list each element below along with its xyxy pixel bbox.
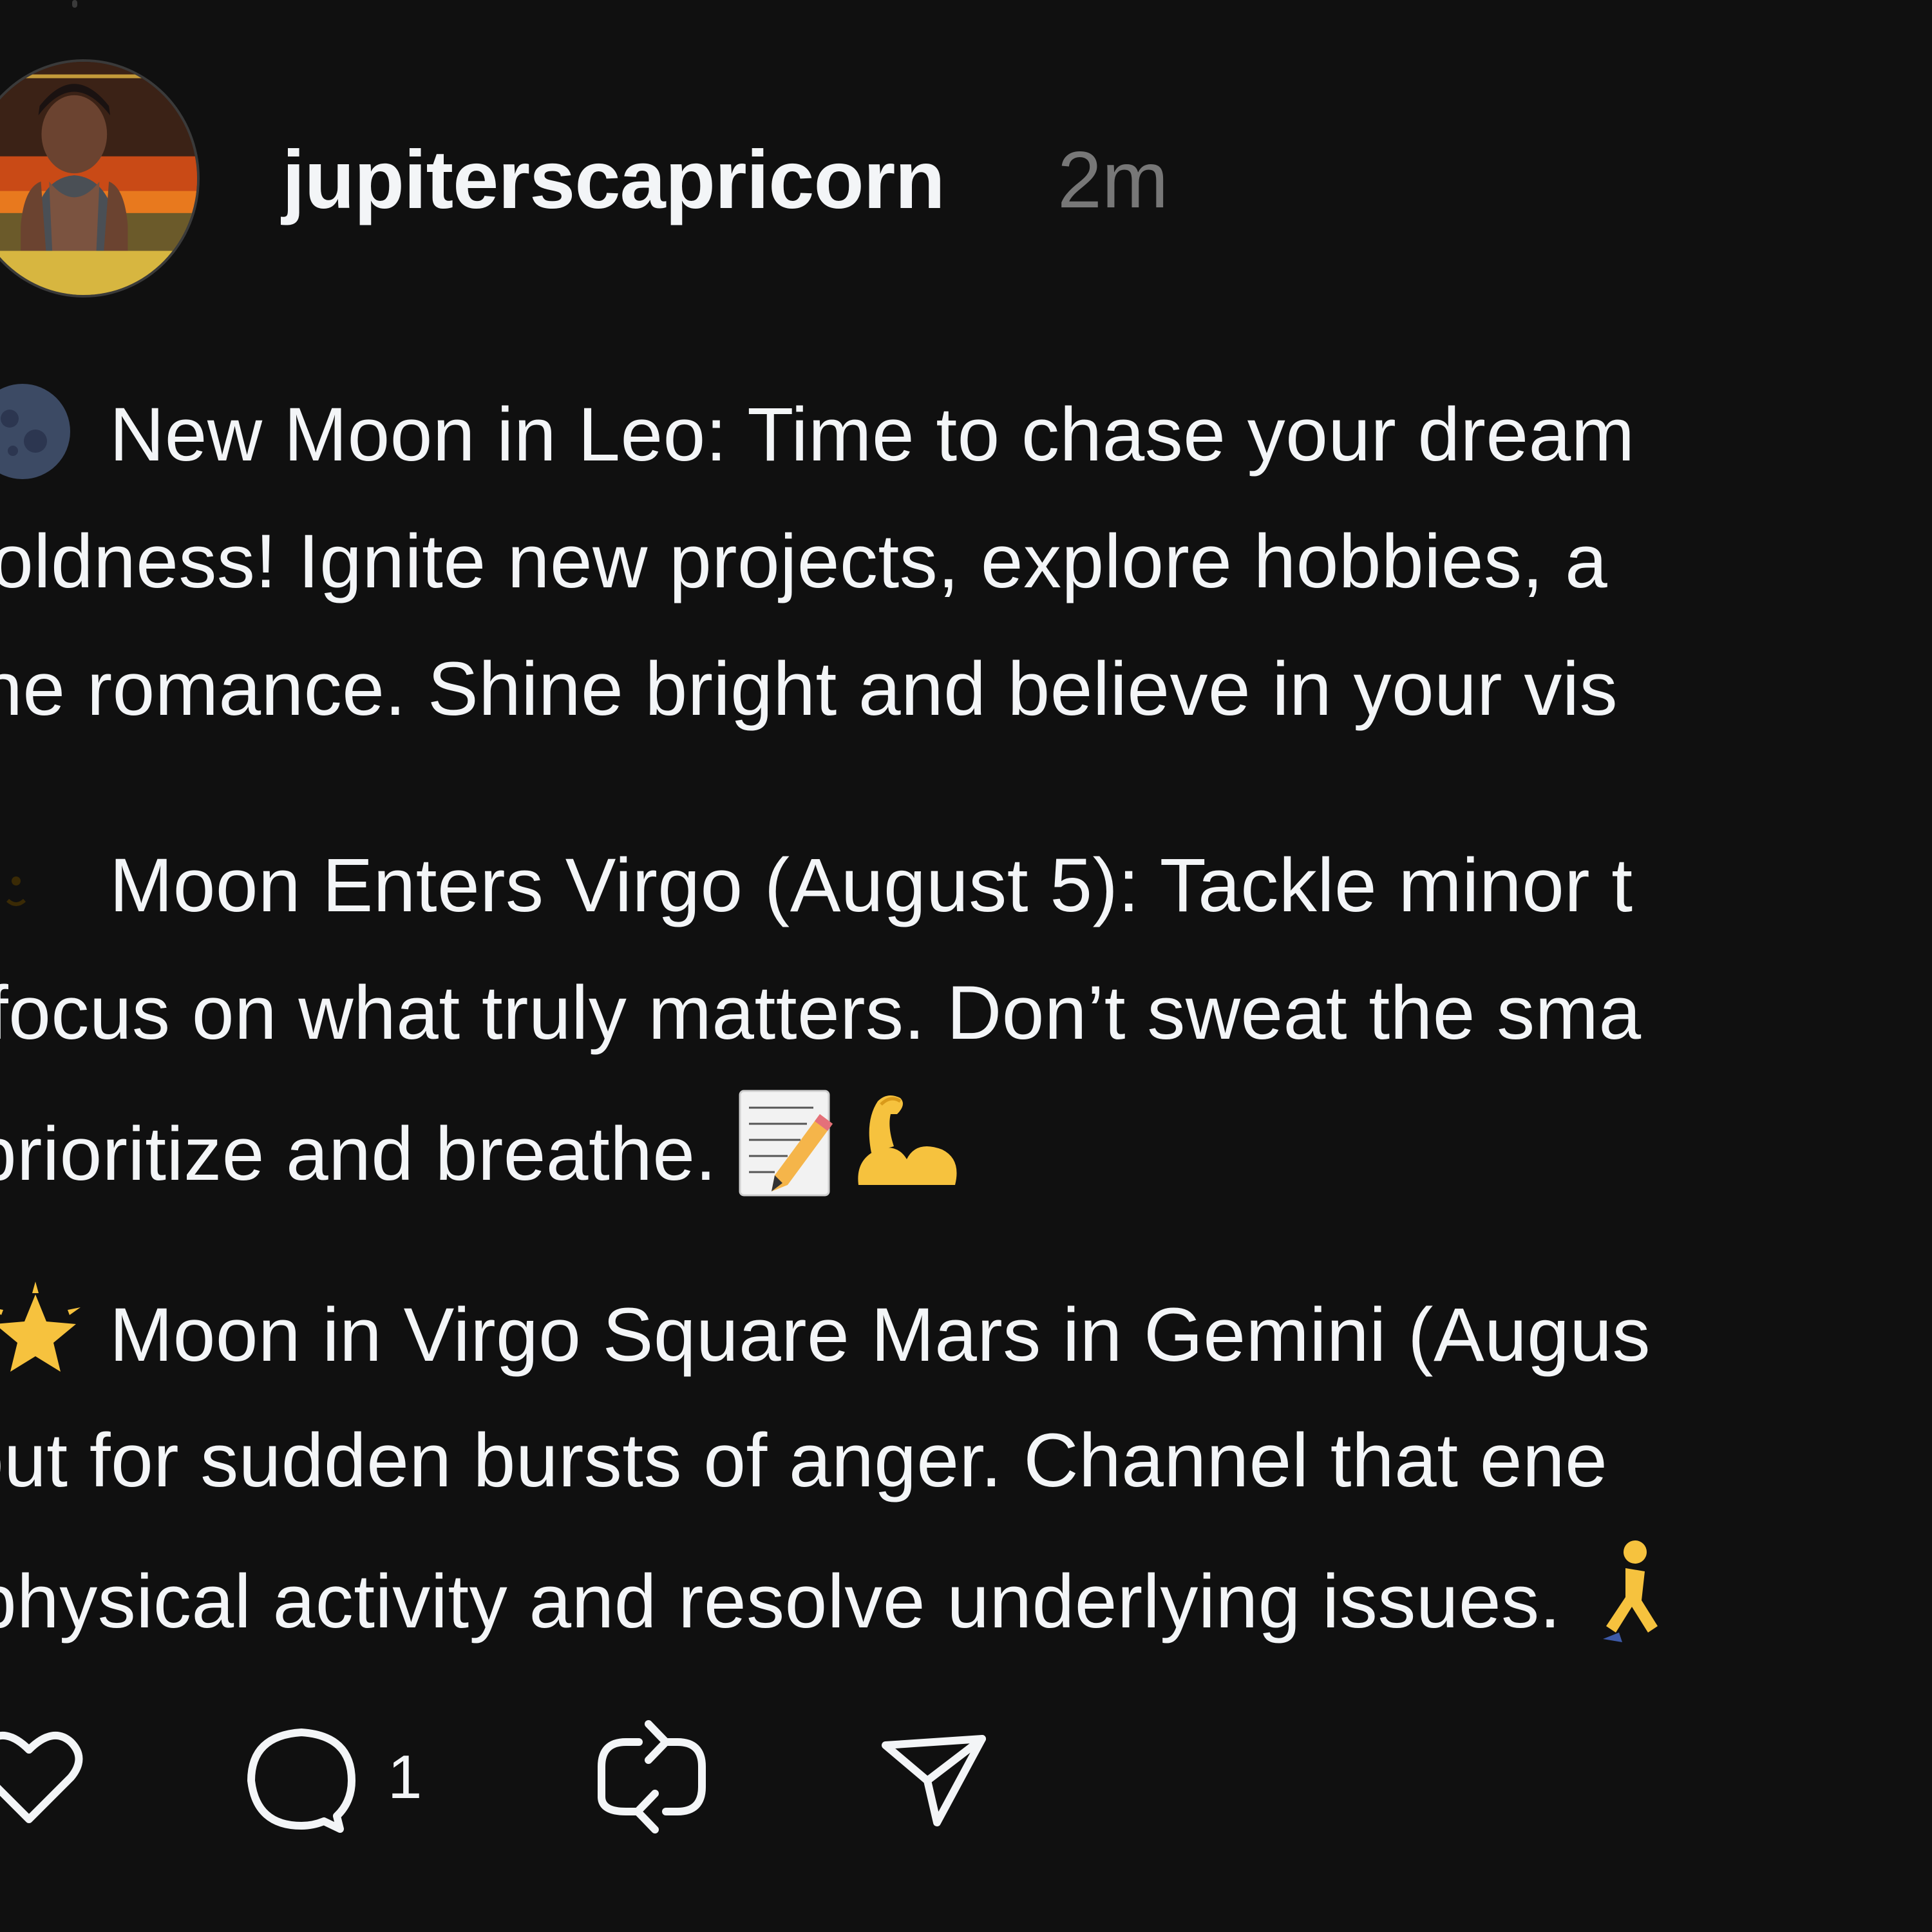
repost-icon	[598, 1720, 706, 1833]
send-icon	[882, 1735, 986, 1826]
avatar[interactable]	[0, 59, 200, 298]
post-text-line: New Moon in Leo: Time to chase your drea…	[109, 392, 1635, 477]
post-text-line: physical activity and resolve underlying…	[0, 1536, 1677, 1653]
post-text-line: the romance. Shine bright and believe in…	[0, 647, 1618, 732]
thread-connector-line	[72, 0, 77, 8]
post-text-line: Moon Enters Virgo (August 5): Tackle min…	[109, 843, 1633, 928]
person-running-emoji	[1602, 1540, 1658, 1642]
flexed-biceps-emoji	[858, 1095, 957, 1185]
reply-button[interactable]: 1	[243, 1713, 422, 1842]
heart-icon	[0, 1731, 83, 1823]
crescent-moon-emoji	[0, 836, 32, 933]
post-text-line: focus on what truly matters. Don’t sweat…	[0, 971, 1642, 1056]
memo-emoji	[739, 1090, 833, 1197]
post-text-line: Moon in Virgo Square Mars in Gemini (Aug…	[109, 1293, 1651, 1378]
post-text-line: prioritize and breathe.	[0, 1088, 961, 1206]
like-button[interactable]	[0, 1713, 84, 1842]
speech-bubble-icon	[247, 1728, 355, 1833]
thread-post: jupiterscapricorn 2m New Moon in Leo: Ti…	[0, 0, 1932, 1932]
post-text-line: out for sudden bursts of anger. Channel …	[0, 1418, 1608, 1503]
repost-button[interactable]	[594, 1713, 710, 1842]
reply-count: 1	[388, 1743, 422, 1812]
post-timestamp: 2m	[1057, 136, 1169, 225]
glowing-star-emoji	[0, 1282, 80, 1372]
new-moon-emoji	[0, 384, 70, 479]
post-action-bar: 1	[0, 1713, 1932, 1842]
share-button[interactable]	[879, 1713, 989, 1842]
post-text-segment: physical activity and resolve underlying…	[0, 1559, 1561, 1644]
post-text-segment: prioritize and breathe.	[0, 1112, 717, 1197]
post-text-line: boldness! Ignite new projects, explore h…	[0, 519, 1608, 604]
author-username[interactable]: jupiterscapricorn	[282, 129, 945, 232]
